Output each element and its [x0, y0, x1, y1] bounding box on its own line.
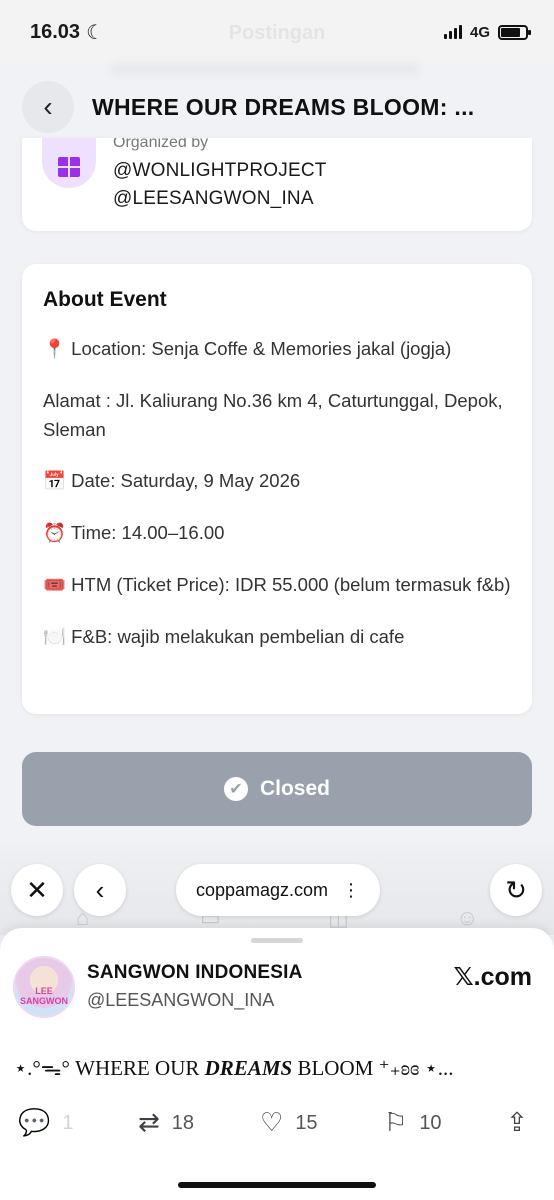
url-bar[interactable]: coppamagz.com ⋮ [176, 864, 380, 916]
retweet-count: 18 [171, 1111, 195, 1134]
tweet-actions: 💬 1 ⇄ 18 ♡ 15 ⚐ 10 ⇪ [0, 1108, 554, 1148]
status-bar: Postingan 16.03 ☾ 4G [0, 0, 554, 64]
like-count: 15 [295, 1111, 318, 1134]
back-arrow-icon: ‹ [43, 91, 53, 122]
organizer-handle[interactable]: @LEESANGWON_INA [113, 188, 314, 210]
address-line: Alamat : Jl. Kaliurang No.36 km 4, Catur… [43, 390, 503, 440]
building-icon [42, 138, 96, 188]
share-icon: ⇪ [506, 1108, 528, 1138]
close-icon: ✕ [26, 874, 48, 905]
browser-toolbar: ⌂ ▭ ◫ ☺ ✕ ‹ coppamagz.com ⋮ ↻ [0, 845, 554, 935]
account-name[interactable]: SANGWON INDONESIA [87, 962, 303, 984]
fnb-line: 🍽️ F&B: wajib melakukan pembelian di caf… [43, 626, 405, 648]
bookmark-count: 10 [419, 1111, 442, 1134]
url-text: coppamagz.com [195, 879, 329, 900]
chevron-left-icon: ‹ [95, 874, 105, 905]
reload-icon: ↻ [505, 874, 527, 905]
page-header: ‹ WHERE OUR DREAMS BLOOM: ... [0, 76, 554, 138]
collapsed-banner [110, 62, 420, 76]
organizer-handle[interactable]: @WONLIGHTPROJECT [113, 160, 327, 182]
avatar-label: LEE SANGWON [20, 986, 68, 1006]
organizer-card: Organized by @WONLIGHTPROJECT @LEESANGWO… [22, 138, 532, 231]
about-title: About Event [43, 288, 167, 311]
more-vertical-icon[interactable]: ⋮ [342, 880, 360, 901]
battery-icon [498, 24, 531, 40]
organizer-label: Organized by [113, 138, 209, 151]
time-line: ⏰ Time: 14.00–16.00 [43, 522, 225, 544]
about-event-card: About Event 📍 Location: Senja Coffe & Me… [22, 264, 532, 714]
x-logo[interactable]: 𝕏.com [454, 962, 533, 992]
tweet-text: ⋆.°ᯓ° WHERE OUR DREAMS BLOOM ⁺₊ʚɞ ⋆... [14, 1056, 454, 1080]
reload-button[interactable]: ↻ [490, 864, 542, 916]
reply-button[interactable]: 💬 1 [18, 1108, 74, 1138]
share-button[interactable]: ⇪ [506, 1108, 528, 1138]
reply-icon: 💬 [18, 1108, 51, 1138]
status-indicators: 4G [443, 23, 531, 41]
account-handle[interactable]: @LEESANGWON_INA [87, 990, 274, 1011]
bookmark-icon: ⚐ [384, 1108, 408, 1138]
like-button[interactable]: ♡ 15 [260, 1108, 318, 1138]
network-type: 4G [469, 23, 490, 41]
back-button[interactable]: ‹ [22, 81, 74, 133]
alarm-clock-icon: ⏰ [43, 523, 67, 544]
pin-icon: 📍 [43, 339, 67, 360]
date-line: 📅 Date: Saturday, 9 May 2026 [43, 470, 301, 492]
location-line: 📍 Location: Senja Coffe & Memories jakal… [43, 338, 452, 360]
page-title: WHERE OUR DREAMS BLOOM: ... [92, 93, 475, 120]
sheet-grabber[interactable] [251, 938, 303, 943]
check-circle-icon: ✔ [223, 777, 248, 801]
ticket-price-line: 🎟️ HTM (Ticket Price): IDR 55.000 (belum… [43, 574, 511, 596]
calendar-icon: 📅 [43, 471, 67, 492]
moon-icon: ☾ [86, 21, 104, 44]
home-indicator[interactable] [178, 1182, 376, 1188]
ticket-icon: 🎟️ [43, 575, 67, 596]
close-browser-button[interactable]: ✕ [11, 864, 63, 916]
retweet-button[interactable]: ⇄ 18 [138, 1108, 194, 1138]
closed-label: Closed [259, 777, 330, 800]
bookmark-button[interactable]: ⚐ 10 [384, 1108, 442, 1138]
plate-icon: 🍽️ [43, 627, 67, 648]
retweet-icon: ⇄ [138, 1108, 160, 1138]
clock-text: 16.03 [30, 20, 81, 43]
like-icon: ♡ [260, 1108, 284, 1138]
signal-icon [443, 25, 462, 39]
reply-count: 1 [62, 1111, 74, 1134]
closed-button[interactable]: ✔ Closed [22, 752, 532, 826]
status-time: 16.03 ☾ [30, 20, 104, 45]
avatar[interactable]: LEE SANGWON [13, 956, 75, 1018]
tweet-card[interactable]: LEE SANGWON SANGWON INDONESIA @LEESANGWO… [0, 928, 554, 1200]
browser-back-button[interactable]: ‹ [74, 864, 126, 916]
